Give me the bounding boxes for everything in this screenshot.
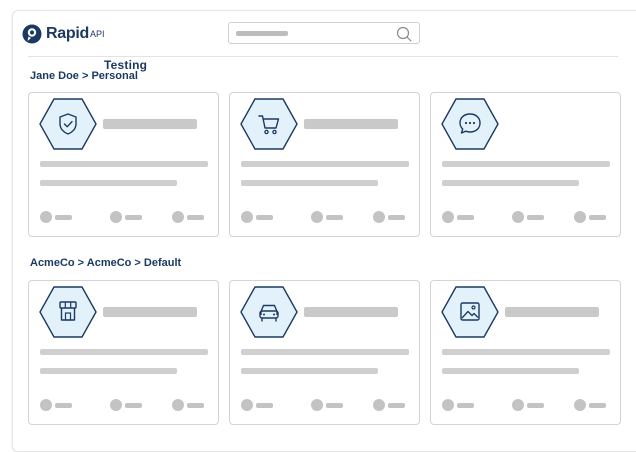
rapidapi-logo-icon xyxy=(22,24,42,44)
description-placeholder xyxy=(241,368,378,374)
api-card[interactable] xyxy=(28,280,219,425)
api-title-placeholder xyxy=(103,307,197,317)
chat-bubble-icon xyxy=(441,98,499,150)
description-placeholder xyxy=(40,161,208,167)
api-card[interactable] xyxy=(28,92,219,237)
description-placeholder xyxy=(40,349,208,355)
card-stats xyxy=(442,211,608,223)
header-divider xyxy=(28,56,618,57)
section-breadcrumb: AcmeCo > AcmeCo > Default xyxy=(30,257,182,269)
api-title-placeholder xyxy=(505,307,599,317)
api-title-placeholder xyxy=(304,307,398,317)
search-placeholder xyxy=(236,31,288,36)
api-title-placeholder xyxy=(103,119,197,129)
logo-suffix: API xyxy=(89,29,105,39)
api-card[interactable] xyxy=(430,280,621,425)
description-placeholder xyxy=(40,180,177,186)
api-card[interactable] xyxy=(229,92,420,237)
section-breadcrumb: Jane Doe > Personal xyxy=(30,70,138,82)
description-placeholder xyxy=(241,349,409,355)
description-placeholder xyxy=(442,180,579,186)
description-placeholder xyxy=(40,368,177,374)
card-stats xyxy=(442,399,608,411)
rapidapi-logo[interactable]: Rapid API xyxy=(22,22,104,46)
api-card[interactable] xyxy=(430,92,621,237)
api-title-placeholder xyxy=(304,119,398,129)
card-stats xyxy=(40,211,206,223)
car-icon xyxy=(240,286,298,338)
description-placeholder xyxy=(241,180,378,186)
description-placeholder xyxy=(442,349,610,355)
shopping-cart-icon xyxy=(240,98,298,150)
logo-text: Rapid xyxy=(46,25,89,42)
description-placeholder xyxy=(442,161,610,167)
image-icon xyxy=(441,286,499,338)
search-icon[interactable] xyxy=(395,25,413,43)
search-input[interactable] xyxy=(228,22,420,44)
storefront-icon xyxy=(39,286,97,338)
card-stats xyxy=(40,399,206,411)
description-placeholder xyxy=(442,368,579,374)
api-card[interactable] xyxy=(229,280,420,425)
shield-check-icon xyxy=(39,98,97,150)
card-stats xyxy=(241,399,407,411)
card-stats xyxy=(241,211,407,223)
description-placeholder xyxy=(241,161,409,167)
